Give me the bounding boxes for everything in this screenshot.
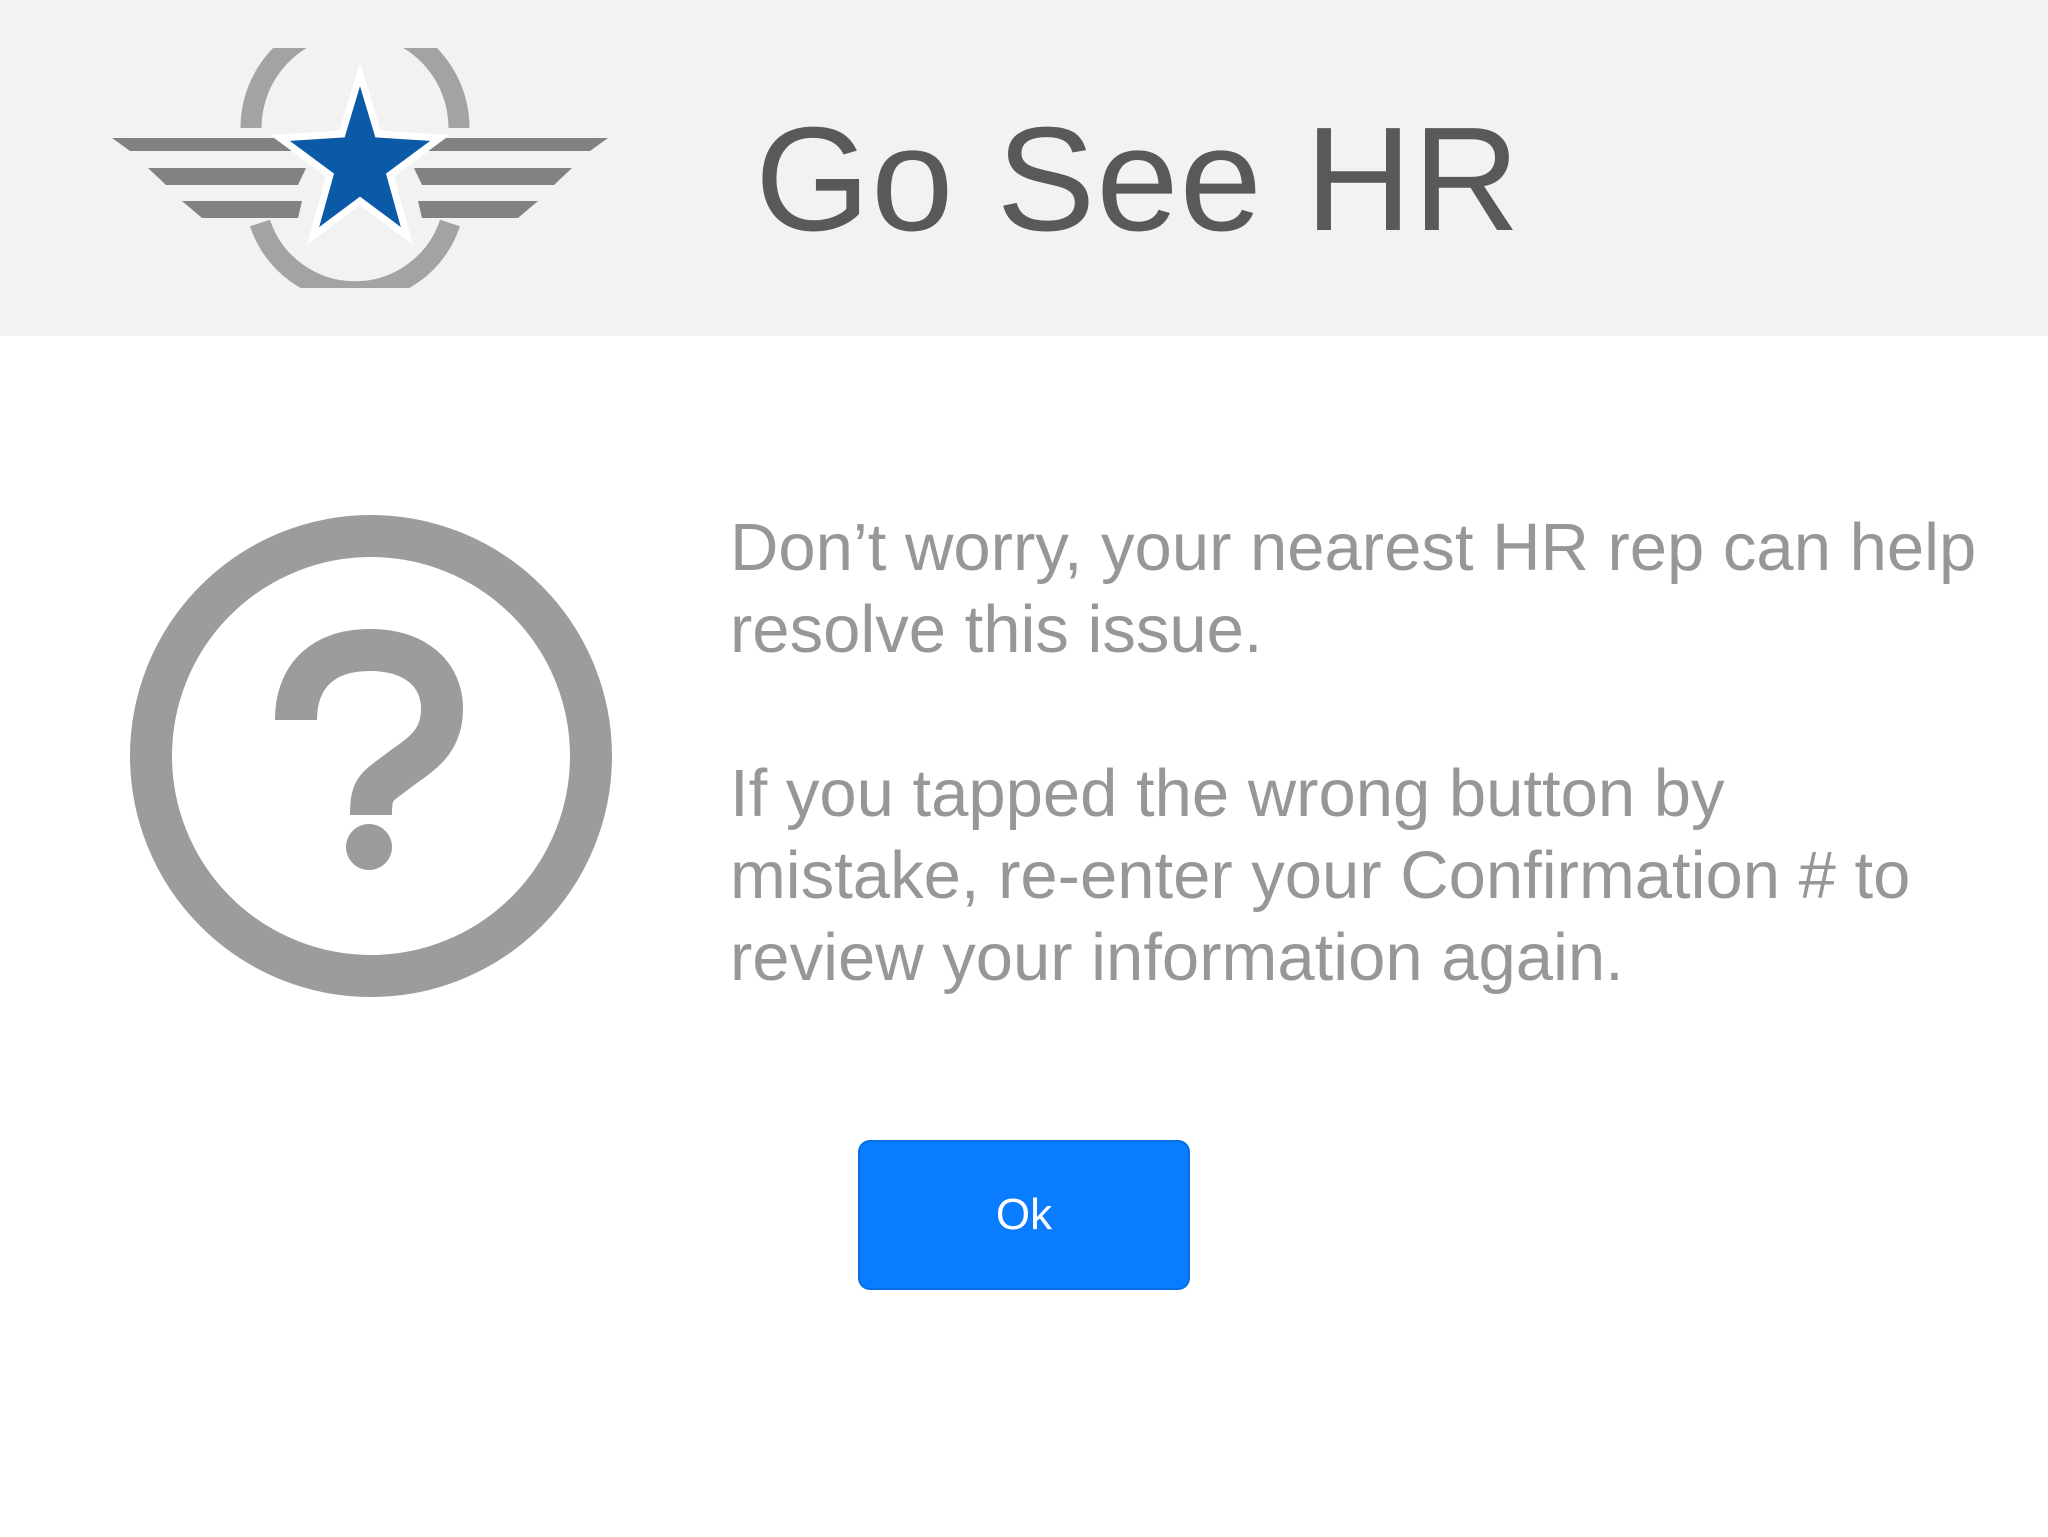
help-message: Don’t worry, your nearest HR rep can hel… xyxy=(730,507,1980,999)
message-paragraph-instructions: If you tapped the wrong button by mistak… xyxy=(730,756,1911,995)
page-title: Go See HR xyxy=(755,97,1521,262)
app-header: Go See HR xyxy=(0,0,2048,336)
winged-star-logo xyxy=(112,48,608,288)
question-circle-icon xyxy=(130,515,612,997)
ok-button[interactable]: Ok xyxy=(858,1140,1190,1290)
message-paragraph-reassurance: Don’t worry, your nearest HR rep can hel… xyxy=(730,510,1977,667)
